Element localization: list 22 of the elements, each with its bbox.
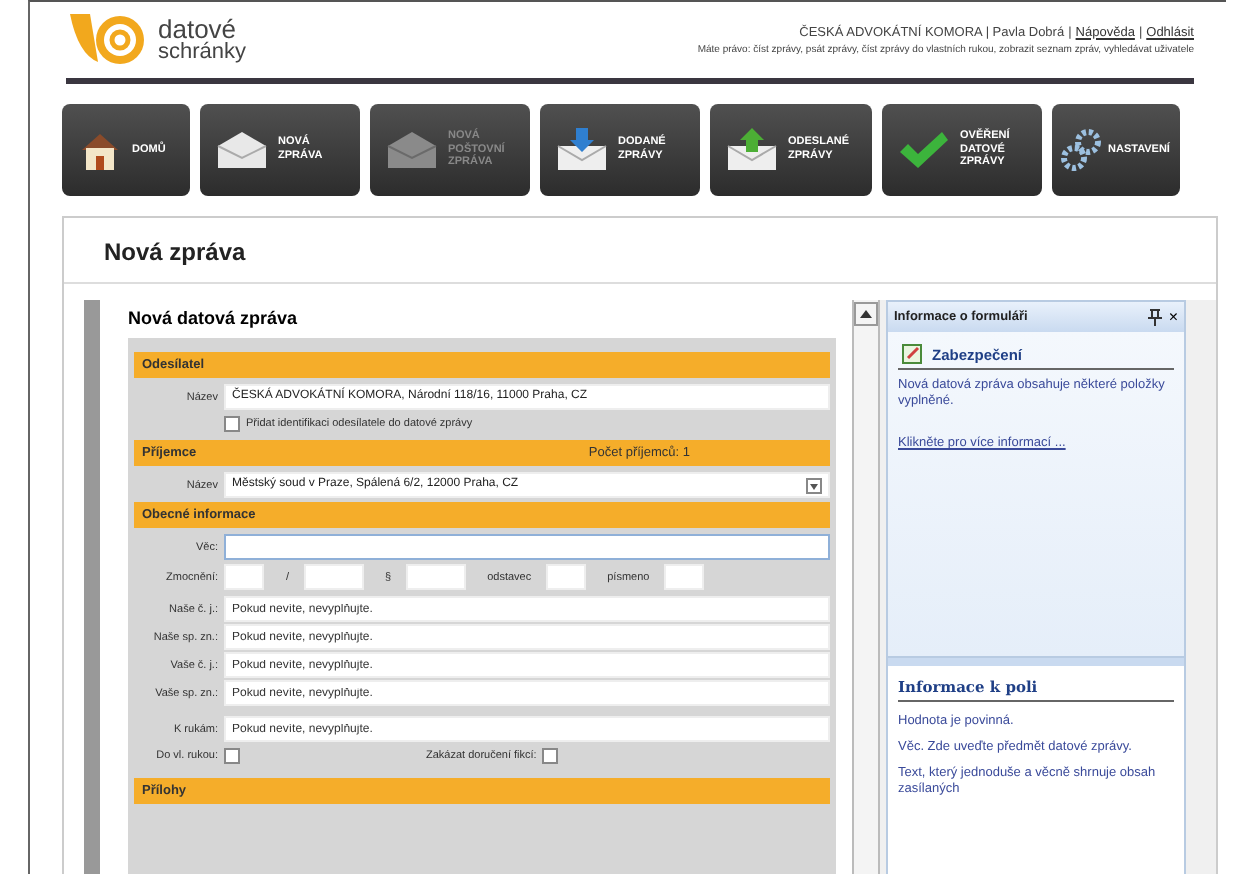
document-icon: [902, 344, 922, 364]
checkbox[interactable]: [542, 748, 559, 764]
form-title: Nová datová zpráva: [126, 306, 300, 332]
gears-icon: [1060, 128, 1104, 172]
envelope-up-icon: [726, 128, 778, 172]
logo-text: datové: [158, 17, 237, 42]
house-icon: [78, 128, 122, 172]
scrollbar[interactable]: [852, 300, 880, 874]
close-button[interactable]: ×: [1168, 309, 1178, 325]
envelope-icon: [386, 130, 438, 170]
pin-icon[interactable]: [1148, 308, 1163, 326]
input-field[interactable]: [224, 534, 830, 560]
checkbox[interactable]: [224, 416, 240, 432]
envelope-down-icon: [556, 128, 608, 172]
splitter-handle[interactable]: [888, 656, 1184, 666]
scroll-up-icon[interactable]: [854, 302, 878, 326]
envelope-icon: [216, 130, 268, 170]
checkbox[interactable]: [224, 748, 240, 764]
page-title: Nová zpráva: [64, 218, 1216, 284]
logo-text: schránky: [158, 41, 247, 63]
checkmark-icon: [898, 130, 950, 170]
dropdown-icon: [806, 477, 822, 493]
